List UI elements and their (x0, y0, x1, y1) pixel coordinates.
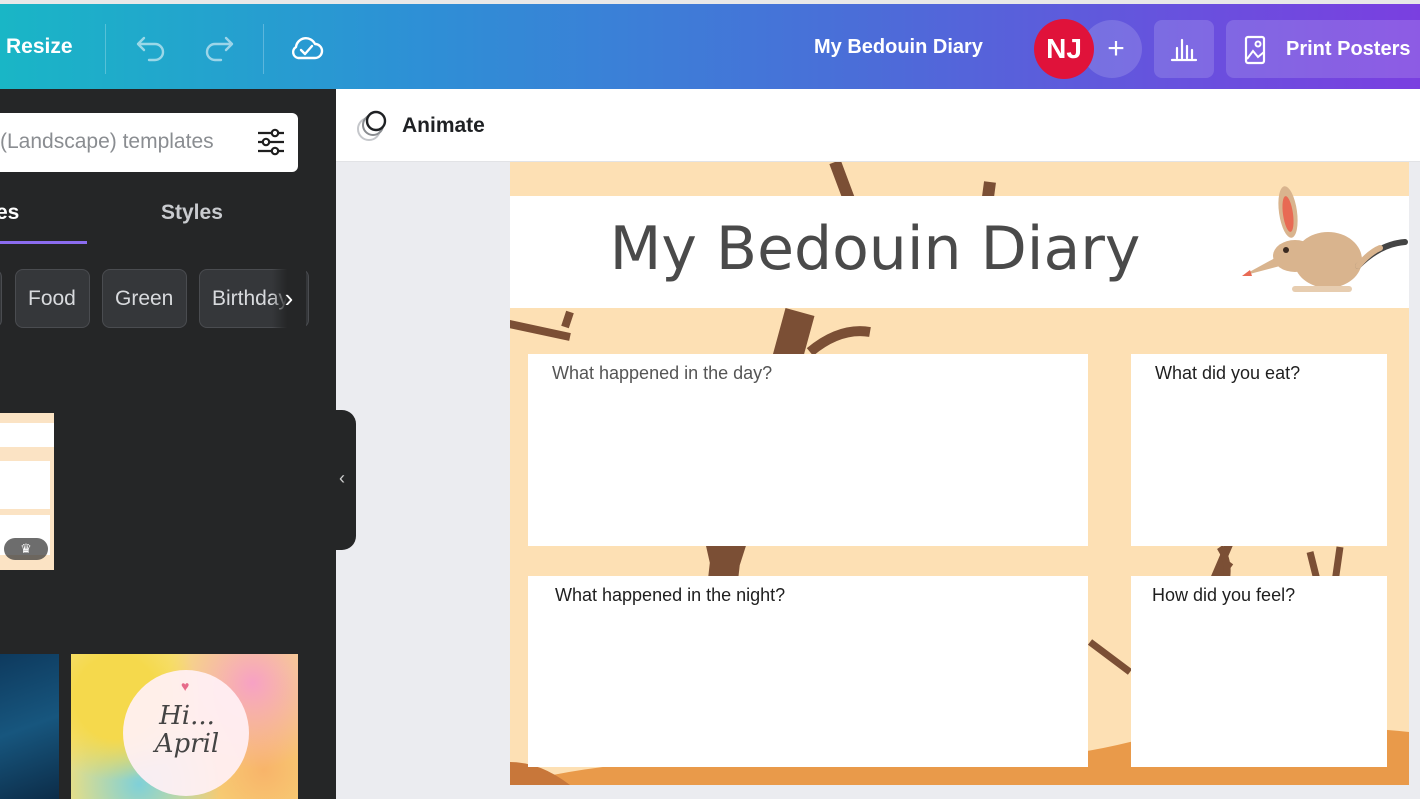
poster-icon (1244, 35, 1266, 65)
filter-icon[interactable] (256, 127, 286, 157)
templates-panel: (Landscape) templates es Styles Food Gre… (0, 89, 336, 799)
top-toolbar: Resize My Bedouin Diary + NJ Print Poste… (0, 0, 1420, 89)
day-entry-label: What happened in the day? (552, 363, 773, 383)
feelings-entry-box[interactable]: How did you feel? (1131, 576, 1387, 767)
design-canvas[interactable]: My Bedouin Diary What happened in the da… (510, 162, 1409, 785)
toolbar-divider (263, 24, 264, 74)
thumbnail-band (0, 423, 54, 447)
insights-button[interactable] (1154, 20, 1214, 78)
animate-button[interactable] (356, 109, 396, 143)
tab-templates[interactable]: es (0, 201, 19, 225)
collapse-panel-button[interactable]: ‹ (336, 410, 356, 550)
day-entry-box[interactable]: What happened in the day? (528, 354, 1088, 546)
print-posters-label: Print Posters (1286, 38, 1411, 60)
resize-button[interactable]: Resize (6, 35, 73, 59)
active-tab-indicator (0, 241, 87, 244)
chevron-left-icon: ‹ (339, 468, 345, 488)
template-thumbnail[interactable] (0, 654, 59, 799)
template-thumbnail[interactable]: Hi... April ♥ (71, 654, 298, 799)
search-placeholder: (Landscape) templates (0, 130, 214, 153)
print-posters-button[interactable]: Print Posters (1226, 20, 1420, 78)
design-title[interactable]: My Bedouin Diary (814, 36, 983, 59)
bilby-illustration (1242, 186, 1408, 292)
template-search-input[interactable]: (Landscape) templates (0, 113, 298, 172)
chip-food[interactable]: Food (15, 269, 90, 328)
template-thumbnail[interactable]: ♛ (0, 413, 54, 570)
category-chip[interactable] (0, 269, 2, 328)
animate-icon (357, 110, 387, 141)
night-entry-label: What happened in the night? (555, 585, 786, 605)
bar-chart-icon (1170, 38, 1198, 62)
thumbnail-box (0, 461, 50, 509)
cloud-saved-icon[interactable] (288, 32, 324, 62)
plus-icon: + (1107, 32, 1125, 65)
toolbar-divider (105, 24, 106, 74)
canvas-title[interactable]: My Bedouin Diary (510, 214, 1240, 284)
chevron-right-icon[interactable]: › (272, 269, 306, 328)
heart-icon: ♥ (181, 678, 190, 694)
animate-label[interactable]: Animate (402, 114, 485, 138)
thumbnail-text: Hi... April (154, 701, 220, 759)
night-entry-box[interactable]: What happened in the night? (528, 576, 1088, 767)
redo-icon[interactable] (203, 34, 235, 62)
food-entry-box[interactable]: What did you eat? (1131, 354, 1387, 546)
avatar[interactable]: NJ (1034, 19, 1094, 79)
horizontal-scrollbar[interactable] (336, 785, 1420, 799)
crown-icon: ♛ (4, 538, 48, 560)
chip-green[interactable]: Green (102, 269, 187, 328)
tab-styles[interactable]: Styles (161, 201, 223, 225)
feelings-entry-label: How did you feel? (1152, 585, 1296, 605)
food-entry-label: What did you eat? (1155, 363, 1301, 383)
editor-toolbar: Animate (336, 89, 1420, 162)
undo-icon[interactable] (135, 34, 167, 62)
